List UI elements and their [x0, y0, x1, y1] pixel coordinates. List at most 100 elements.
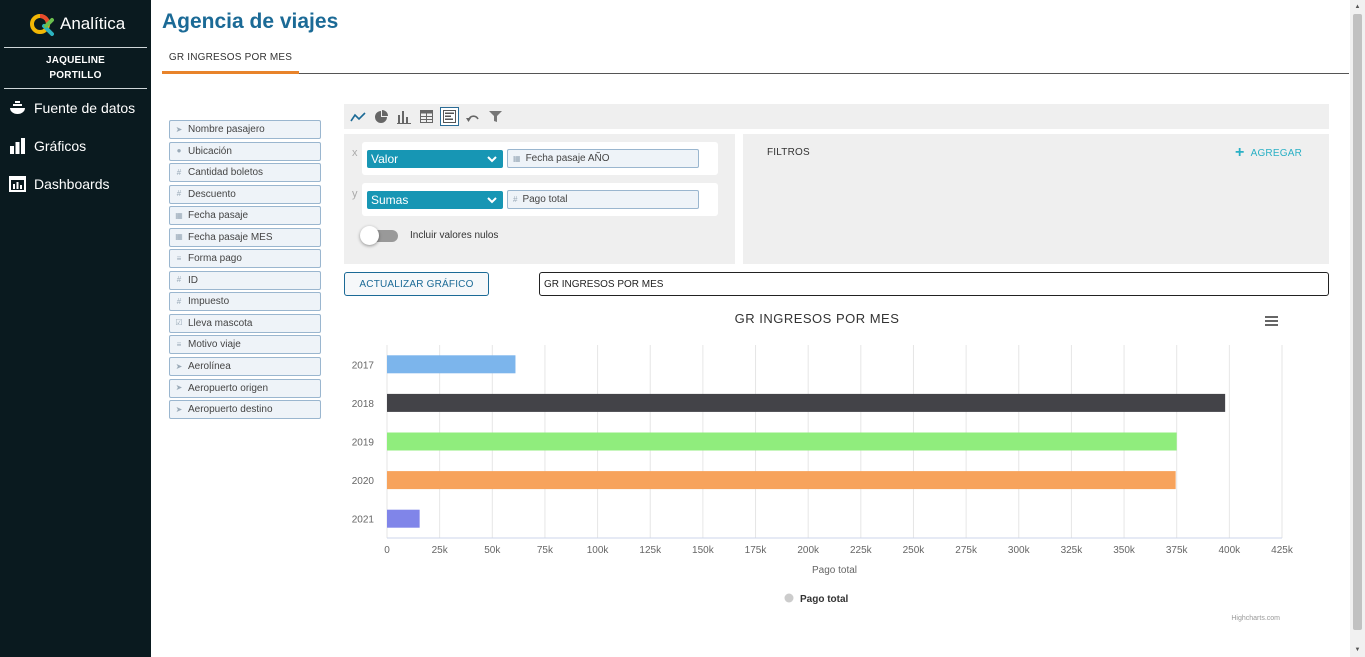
- field-label: Fecha pasaje: [188, 210, 249, 222]
- checkbox-icon: ☑: [175, 318, 183, 328]
- x-tick-label: 425k: [1271, 545, 1294, 556]
- add-filter-label: AGREGAR: [1250, 147, 1302, 159]
- x-aggregation-select[interactable]: Valor: [367, 150, 503, 168]
- nav-item-graficos[interactable]: Gráficos: [0, 127, 151, 165]
- x-tick-label: 275k: [955, 545, 978, 556]
- field-label: Ubicación: [188, 145, 232, 157]
- y-axis-row: Sumas # Pago total: [362, 183, 718, 216]
- x-tick-label: 250k: [903, 545, 926, 556]
- field-motivo-viaje[interactable]: ≡ Motivo viaje: [169, 335, 321, 355]
- number-icon: #: [513, 195, 518, 204]
- field-label: Fecha pasaje MES: [188, 231, 273, 243]
- field-aeropuerto-origen[interactable]: ➤ Aeropuerto origen: [169, 378, 321, 398]
- x-tick-label: 50k: [484, 545, 501, 556]
- field-label: Motivo viaje: [188, 339, 241, 351]
- bar-2017: [387, 355, 516, 374]
- field-label: Aeropuerto origen: [188, 382, 269, 394]
- field-id[interactable]: # ID: [169, 270, 321, 290]
- chevron-down-icon: [487, 156, 497, 163]
- scroll-up-arrow-icon[interactable]: ▲: [1350, 0, 1365, 14]
- table-icon[interactable]: [417, 107, 436, 126]
- list-icon: ≡: [176, 339, 182, 349]
- field-label: Impuesto: [188, 296, 230, 308]
- brand[interactable]: Analítica: [0, 0, 151, 47]
- bar-2021: [387, 509, 420, 528]
- page-scrollbar[interactable]: ▲ ▼: [1350, 0, 1365, 657]
- bowl-icon: [10, 101, 25, 114]
- field-lleva-mascota[interactable]: ☑ Lleva mascota: [169, 313, 321, 333]
- list-icon: ≡: [176, 253, 182, 263]
- field-label: Cantidad boletos: [188, 167, 264, 179]
- field-list: ➤ Nombre pasajero ● Ubicación # Cantidad bo…: [169, 120, 321, 422]
- user-last-name: PORTILLO: [49, 70, 102, 81]
- chart: GR INGRESOS POR MES 0 25k 50k 75k 100k 125k 150…: [344, 300, 1329, 630]
- include-nulls-toggle-row: Incluir valores nulos: [360, 226, 498, 245]
- include-nulls-toggle[interactable]: [360, 226, 398, 245]
- brand-name: Analítica: [60, 13, 126, 33]
- field-fecha-pasaje[interactable]: ▦ Fecha pasaje: [169, 206, 321, 226]
- y-aggregation-value: Sumas: [371, 193, 409, 207]
- scroll-down-arrow-icon[interactable]: ▼: [1350, 643, 1365, 657]
- x-tick-label: 25k: [432, 545, 449, 556]
- line-chart-icon[interactable]: [348, 107, 367, 126]
- field-fecha-pasaje-mes[interactable]: ▦ Fecha pasaje MES: [169, 227, 321, 247]
- chart-title: GR INGRESOS POR MES: [735, 311, 900, 326]
- x-tick-label: 350k: [1113, 545, 1136, 556]
- calendar-icon: ▦: [175, 210, 183, 220]
- x-tick-label: 200k: [797, 545, 820, 556]
- x-tick-label: 225k: [850, 545, 873, 556]
- legend-label: Pago total: [800, 594, 849, 605]
- field-label: Aerolínea: [188, 361, 231, 373]
- send-icon: ➤: [175, 404, 183, 414]
- x-tick-label: 125k: [639, 545, 662, 556]
- x-tick-label: 325k: [1061, 545, 1084, 556]
- scroll-thumb[interactable]: [1353, 14, 1362, 630]
- horizontal-bar-chart-icon[interactable]: [440, 107, 459, 126]
- nav-item-fuente-de-datos[interactable]: Fuente de datos: [0, 89, 151, 127]
- field-ubicacion[interactable]: ● Ubicación: [169, 141, 321, 161]
- y-axis-field[interactable]: # Pago total: [507, 190, 699, 209]
- field-label: Descuento: [188, 188, 236, 200]
- field-label: ID: [188, 274, 198, 286]
- y-tick-label: 2020: [352, 476, 375, 487]
- x-tick-label: 175k: [745, 545, 768, 556]
- undo-icon[interactable]: [463, 107, 482, 126]
- plus-icon: +: [1235, 144, 1245, 161]
- tab-bar: GR INGRESOS POR MES: [162, 44, 1349, 74]
- pie-chart-icon[interactable]: [371, 107, 390, 126]
- bar-chart-icon[interactable]: [394, 107, 413, 126]
- user-name: JAQUELINE PORTILLO: [0, 48, 151, 88]
- chart-menu-button[interactable]: [1262, 313, 1282, 329]
- y-axis-field-label: Pago total: [522, 194, 568, 205]
- chart-title-input[interactable]: [539, 272, 1329, 296]
- nav-item-label: Dashboards: [34, 176, 110, 192]
- send-icon: ➤: [175, 361, 183, 371]
- add-filter-button[interactable]: + AGREGAR: [1235, 144, 1302, 162]
- filter-icon[interactable]: [486, 107, 505, 126]
- field-forma-pago[interactable]: ≡ Forma pago: [169, 249, 321, 269]
- x-tick-label: 150k: [692, 545, 715, 556]
- field-cantidad-boletos[interactable]: # Cantidad boletos: [169, 163, 321, 183]
- nav-item-dashboards[interactable]: Dashboards: [0, 165, 151, 203]
- x-tick-label: 375k: [1166, 545, 1189, 556]
- update-chart-button[interactable]: ACTUALIZAR GRÁFICO: [344, 272, 489, 296]
- y-aggregation-select[interactable]: Sumas: [367, 191, 503, 209]
- field-impuesto[interactable]: # Impuesto: [169, 292, 321, 312]
- hamburger-menu-icon: [1265, 316, 1278, 326]
- x-axis-title: Pago total: [812, 565, 857, 576]
- field-descuento[interactable]: # Descuento: [169, 184, 321, 204]
- field-aeropuerto-destino[interactable]: ➤ Aeropuerto destino: [169, 400, 321, 420]
- field-label: Aeropuerto destino: [188, 404, 273, 416]
- legend-marker: [784, 593, 794, 603]
- calendar-icon: ▦: [513, 154, 521, 163]
- tab-gr-ingresos-por-mes[interactable]: GR INGRESOS POR MES: [162, 44, 299, 74]
- x-axis-field[interactable]: ▦ Fecha pasaje AÑO: [507, 149, 699, 168]
- filters-panel: FILTROS + AGREGAR: [743, 134, 1329, 264]
- send-icon: ➤: [175, 383, 183, 393]
- y-tick-label: 2017: [352, 360, 375, 371]
- field-nombre-pasajero[interactable]: ➤ Nombre pasajero: [169, 120, 321, 139]
- field-aerolinea[interactable]: ➤ Aerolínea: [169, 357, 321, 377]
- y-tick-label: 2018: [352, 399, 375, 410]
- y-tick-label: 2019: [352, 438, 375, 449]
- number-icon: #: [176, 296, 182, 306]
